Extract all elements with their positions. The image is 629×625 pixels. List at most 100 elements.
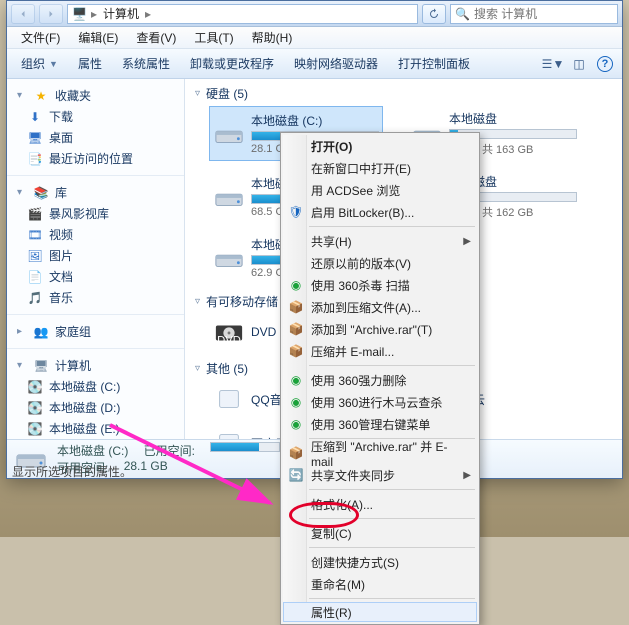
context-item-label: 添加到压缩文件(A)... — [311, 299, 421, 316]
titlebar: 🖥️ ▸ 计算机 ▸ 🔍 — [7, 1, 622, 27]
sidebar-documents[interactable]: 📄文档 — [7, 266, 184, 287]
sidebar-computer-head[interactable]: ▾🖥计算机 — [7, 355, 184, 376]
context-item-label: 使用 360杀毒 扫描 — [311, 277, 410, 294]
search-input[interactable] — [474, 7, 629, 21]
chevron-down-icon: ▾ — [17, 90, 27, 101]
context-menu-item[interactable]: 📦添加到 "Archive.rar"(T) — [283, 318, 477, 340]
video-icon: 🎞 — [27, 227, 43, 243]
context-menu-item[interactable]: 共享(H)▶ — [283, 230, 477, 252]
breadcrumb-computer[interactable]: 计算机 — [101, 5, 141, 22]
context-item-label: 压缩并 E-mail... — [311, 343, 394, 360]
chevron-right-icon: ▶ — [463, 236, 471, 247]
preview-pane-button[interactable]: ◫ — [568, 53, 590, 75]
drive-icon — [213, 244, 245, 272]
svg-text:DVD: DVD — [217, 334, 241, 345]
chevron-down-icon: ▿ — [195, 363, 200, 374]
drive-name: 本地磁盘 (C:) — [251, 112, 379, 129]
context-menu-item[interactable]: 复制(C) — [283, 522, 477, 544]
document-icon: 📄 — [27, 269, 43, 285]
refresh-button[interactable] — [422, 4, 446, 24]
menubar: 文件(F) 编辑(E) 查看(V) 工具(T) 帮助(H) — [7, 27, 622, 49]
control-panel-button[interactable]: 打开控制面板 — [390, 52, 478, 75]
360-icon: ◉ — [288, 277, 304, 293]
context-item-label: 格式化(A)... — [311, 496, 373, 513]
menu-view[interactable]: 查看(V) — [128, 27, 184, 48]
nav-back-button[interactable] — [11, 4, 35, 24]
app-icon — [213, 429, 245, 439]
context-menu-item[interactable]: 格式化(A)... — [283, 493, 477, 515]
archive-icon: 📦 — [288, 343, 304, 359]
section-drives-head[interactable]: ▿硬盘 (5) — [185, 79, 622, 104]
context-separator — [309, 226, 475, 227]
context-menu-item[interactable]: 🔄共享文件夹同步▶ — [283, 464, 477, 486]
sidebar-recent[interactable]: 📑最近访问的位置 — [7, 148, 184, 169]
sidebar-homegroup-head[interactable]: ▸👥家庭组 — [7, 321, 184, 342]
menu-edit[interactable]: 编辑(E) — [70, 27, 126, 48]
search-icon: 🔍 — [455, 7, 470, 21]
context-menu-item[interactable]: 在新窗口中打开(E) — [283, 157, 477, 179]
sidebar-baofeng[interactable]: 🎬暴风影视库 — [7, 203, 184, 224]
menu-tools[interactable]: 工具(T) — [186, 27, 241, 48]
sidebar-drive-c[interactable]: 💽本地磁盘 (C:) — [7, 376, 184, 397]
system-properties-button[interactable]: 系统属性 — [114, 52, 178, 75]
sidebar-pictures[interactable]: 🖼图片 — [7, 245, 184, 266]
context-menu-item[interactable]: 重命名(M) — [283, 573, 477, 595]
search-box[interactable]: 🔍 — [450, 4, 618, 24]
context-menu-item[interactable]: ◉使用 360强力删除 — [283, 369, 477, 391]
sidebar-favorites-head[interactable]: ▾★收藏夹 — [7, 85, 184, 106]
menu-help[interactable]: 帮助(H) — [244, 27, 301, 48]
nav-forward-button[interactable] — [39, 4, 63, 24]
properties-button[interactable]: 属性 — [70, 52, 110, 75]
map-drive-button[interactable]: 映射网络驱动器 — [286, 52, 386, 75]
computer-icon: 🖥 — [33, 358, 49, 374]
sidebar-videos[interactable]: 🎞视频 — [7, 224, 184, 245]
sidebar-desktop[interactable]: 🖥桌面 — [7, 127, 184, 148]
breadcrumb-sep: ▸ — [91, 7, 97, 21]
sidebar-drive-e[interactable]: 💽本地磁盘 (E:) — [7, 418, 184, 439]
archive-icon: 📦 — [288, 445, 304, 461]
context-menu-item[interactable]: 📦 压缩并 E-mail... — [283, 340, 477, 362]
context-menu-item[interactable]: 创建快捷方式(S) — [283, 551, 477, 573]
context-item-label: 还原以前的版本(V) — [311, 255, 411, 272]
360-icon: ◉ — [288, 394, 304, 410]
dvd-icon: DVD — [213, 318, 245, 346]
context-menu: 打开(O) 在新窗口中打开(E) 用 ACDSee 浏览🛡启用 BitLocker(… — [280, 132, 480, 625]
archive-icon: 📦 — [288, 321, 304, 337]
context-menu-item[interactable]: 📦压缩到 "Archive.rar" 并 E-mail — [283, 442, 477, 464]
context-menu-item[interactable]: 打开(O) — [283, 135, 477, 157]
context-item-label: 使用 360强力删除 — [311, 372, 406, 389]
view-mode-button[interactable]: ☰▼ — [542, 53, 564, 75]
archive-icon: 📦 — [288, 299, 304, 315]
context-item-label: 使用 360进行木马云查杀 — [311, 394, 442, 411]
context-item-label: 打开(O) — [311, 138, 352, 155]
context-menu-item[interactable]: ◉使用 360管理右键菜单 — [283, 413, 477, 435]
breadcrumb-sep: ▸ — [145, 7, 151, 21]
computer-icon: 🖥️ — [72, 7, 87, 21]
context-menu-item[interactable]: 属性(R) — [283, 602, 477, 622]
organize-button[interactable]: 组织▼ — [13, 52, 66, 75]
sidebar-drive-d[interactable]: 💽本地磁盘 (D:) — [7, 397, 184, 418]
address-bar[interactable]: 🖥️ ▸ 计算机 ▸ — [67, 4, 418, 24]
sidebar-downloads[interactable]: ⬇下载 — [7, 106, 184, 127]
sidebar-libraries-head[interactable]: ▾📚库 — [7, 182, 184, 203]
context-menu-item[interactable]: 📦 添加到压缩文件(A)... — [283, 296, 477, 318]
menu-file[interactable]: 文件(F) — [13, 27, 68, 48]
chevron-down-icon: ▾ — [17, 360, 27, 371]
context-menu-item[interactable]: ◉ 使用 360进行木马云查杀 — [283, 391, 477, 413]
sidebar: ▾★收藏夹 ⬇下载 🖥桌面 📑最近访问的位置 ▾📚库 🎬暴风影视库 🎞视频 🖼图… — [7, 79, 185, 439]
uninstall-button[interactable]: 卸载或更改程序 — [182, 52, 282, 75]
music-icon: 🎵 — [27, 290, 43, 306]
help-button[interactable]: ? — [594, 53, 616, 75]
context-menu-item[interactable]: 用 ACDSee 浏览 — [283, 179, 477, 201]
sidebar-music[interactable]: 🎵音乐 — [7, 287, 184, 308]
drive-icon: 💽 — [27, 379, 43, 395]
context-separator — [309, 518, 475, 519]
context-menu-item[interactable]: 🛡启用 BitLocker(B)... — [283, 201, 477, 223]
context-menu-item[interactable]: ◉ 使用 360杀毒 扫描 — [283, 274, 477, 296]
context-item-label: 属性(R) — [311, 604, 352, 621]
context-menu-item[interactable]: 还原以前的版本(V) — [283, 252, 477, 274]
chevron-down-icon: ▾ — [17, 187, 27, 198]
context-item-label: 使用 360管理右键菜单 — [311, 416, 430, 433]
context-item-label: 在新窗口中打开(E) — [311, 160, 411, 177]
library-icon: 📚 — [33, 185, 49, 201]
